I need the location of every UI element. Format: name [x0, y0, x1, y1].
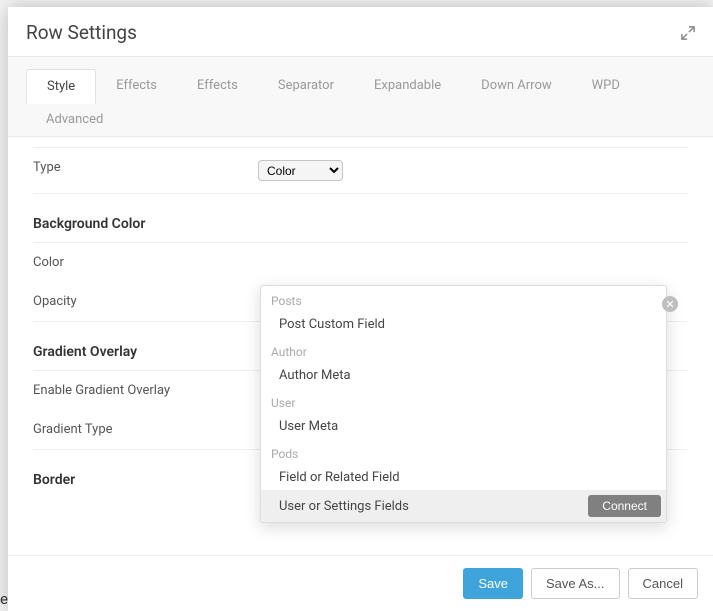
- pop-item-user-meta[interactable]: User Meta: [261, 414, 666, 439]
- type-control: Color: [258, 160, 688, 181]
- modal-footer: Save Save As... Cancel: [8, 555, 713, 611]
- pop-group-author: Author: [261, 337, 666, 363]
- modal-title: Row Settings: [26, 21, 137, 44]
- tab-effects-1[interactable]: Effects: [96, 69, 177, 103]
- tab-separator[interactable]: Separator: [258, 69, 354, 103]
- pop-item-post-custom-field[interactable]: Post Custom Field: [261, 312, 666, 337]
- opacity-label: Opacity: [33, 294, 258, 309]
- section-background-color: Background Color: [26, 194, 695, 242]
- type-label: Type: [33, 160, 258, 181]
- tab-expandable[interactable]: Expandable: [354, 69, 461, 103]
- save-as-button[interactable]: Save As...: [531, 568, 620, 599]
- close-icon[interactable]: ✕: [662, 296, 678, 312]
- dynamic-data-popover: ✕ Posts Post Custom Field Author Author …: [260, 285, 667, 523]
- gradient-type-label: Gradient Type: [33, 422, 258, 437]
- tabs-container: Style Effects Effects Separator Expandab…: [8, 56, 713, 137]
- save-button[interactable]: Save: [463, 568, 523, 599]
- pop-group-user: User: [261, 388, 666, 414]
- pop-group-posts: Posts: [261, 286, 666, 312]
- tab-advanced[interactable]: Advanced: [26, 103, 123, 136]
- tabs: Style Effects Effects Separator Expandab…: [26, 69, 695, 136]
- tab-effects-2[interactable]: Effects: [177, 69, 258, 103]
- pop-group-pods: Pods: [261, 439, 666, 465]
- connect-button[interactable]: Connect: [588, 495, 661, 517]
- tab-wpd[interactable]: WPD: [572, 69, 640, 103]
- tab-style[interactable]: Style: [26, 69, 96, 104]
- type-select[interactable]: Color: [258, 160, 343, 181]
- field-type-row: Type Color: [26, 148, 695, 193]
- pop-item-author-meta[interactable]: Author Meta: [261, 363, 666, 388]
- cancel-button[interactable]: Cancel: [628, 568, 698, 599]
- color-control[interactable]: [258, 255, 688, 270]
- field-color-row: Color: [26, 243, 695, 282]
- enable-gradient-label: Enable Gradient Overlay: [33, 383, 258, 398]
- pop-item-field-or-related[interactable]: Field or Related Field: [261, 465, 666, 490]
- tab-down-arrow[interactable]: Down Arrow: [461, 69, 571, 103]
- pop-item-label: User or Settings Fields: [279, 499, 409, 514]
- pop-item-user-or-settings[interactable]: User or Settings Fields Connect: [261, 490, 666, 522]
- color-label: Color: [33, 255, 258, 270]
- modal-header: Row Settings: [8, 7, 713, 56]
- expand-icon[interactable]: [681, 26, 695, 40]
